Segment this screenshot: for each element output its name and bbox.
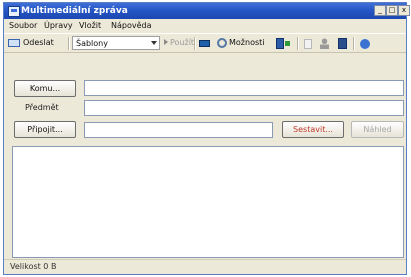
insert-icon[interactable] [276, 38, 284, 49]
title-bar[interactable]: Multimediální zpráva _ □ x [4, 3, 410, 19]
menu-upravy[interactable]: Úpravy [44, 21, 73, 31]
to-field[interactable] [84, 80, 404, 96]
copy-icon[interactable] [304, 39, 312, 49]
mms-window: Multimediální zpráva _ □ x Soubor Úpravy… [3, 2, 410, 275]
preview-button[interactable]: Náhled [351, 121, 404, 138]
toolbar-separator [194, 37, 196, 50]
plus-icon [285, 41, 290, 46]
templates-value: Šablony [76, 39, 108, 48]
user-icon[interactable] [320, 38, 329, 49]
status-size: Velikost 0 B [10, 262, 57, 271]
maximize-button[interactable]: □ [386, 5, 398, 16]
to-button[interactable]: Komu... [14, 80, 76, 97]
send-icon [8, 39, 20, 47]
menu-napoveda[interactable]: Nápověda [111, 21, 152, 31]
toolbar: Odeslat Použít Možnosti [4, 33, 406, 53]
templates-dropdown[interactable]: Šablony [72, 36, 160, 50]
menu-soubor[interactable]: Soubor [9, 21, 37, 31]
status-bar: Velikost 0 B [4, 259, 406, 274]
toolbar-separator [353, 37, 355, 50]
use-label: Použít [170, 38, 195, 47]
subject-label: Předmět [25, 103, 59, 112]
minimize-button[interactable]: _ [374, 5, 386, 16]
send-button[interactable]: Odeslat [6, 35, 62, 51]
options-icon [217, 38, 227, 48]
send-label: Odeslat [23, 38, 54, 47]
use-button[interactable]: Použít [164, 37, 194, 49]
close-button[interactable]: x [398, 5, 410, 16]
menu-bar: Soubor Úpravy Vložit Nápověda [4, 19, 406, 33]
attach-button[interactable]: Připojit... [14, 121, 76, 138]
attach-field[interactable] [84, 122, 273, 138]
message-body[interactable] [12, 146, 404, 258]
help-icon[interactable] [360, 39, 370, 49]
menu-vlozit[interactable]: Vložit [79, 21, 101, 31]
app-icon [8, 6, 20, 17]
window-title: Multimediální zpráva [21, 6, 128, 16]
subject-field[interactable] [84, 100, 404, 116]
toolbar-separator [68, 37, 70, 50]
toolbar-separator [297, 37, 299, 50]
compose-button[interactable]: Sestavit... [282, 121, 344, 138]
play-icon [164, 39, 168, 45]
options-label: Možnosti [229, 38, 265, 47]
view-icon[interactable] [199, 40, 210, 47]
chevron-down-icon [151, 41, 157, 45]
page-icon[interactable] [338, 38, 347, 49]
options-button[interactable]: Možnosti [216, 35, 268, 51]
